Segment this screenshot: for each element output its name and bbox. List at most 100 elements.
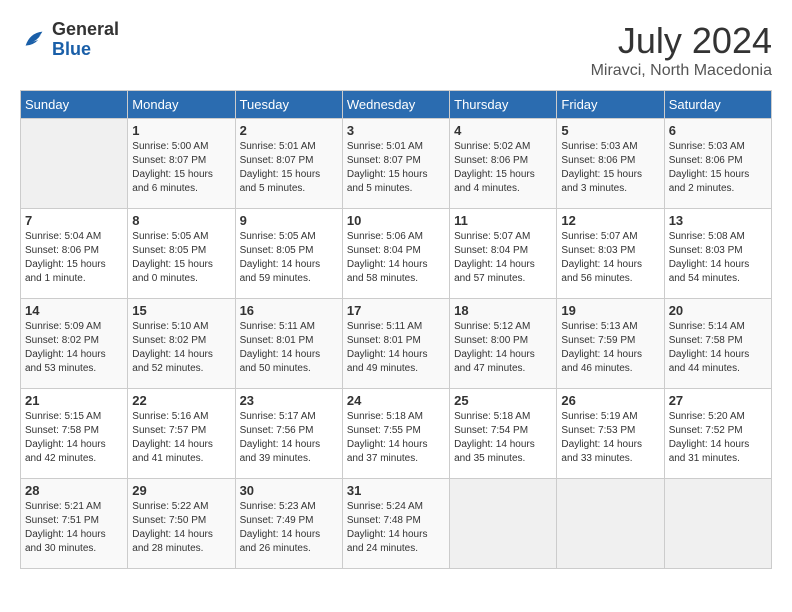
day-info: Sunrise: 5:19 AMSunset: 7:53 PMDaylight:… (561, 410, 659, 466)
day-number: 28 (25, 483, 123, 498)
day-cell (450, 479, 557, 569)
day-info: Sunrise: 5:11 AMSunset: 8:01 PMDaylight:… (347, 320, 445, 376)
day-number: 10 (347, 213, 445, 228)
day-info: Sunrise: 5:07 AMSunset: 8:03 PMDaylight:… (561, 230, 659, 286)
logo: General Blue (20, 20, 119, 60)
day-cell: 21Sunrise: 5:15 AMSunset: 7:58 PMDayligh… (21, 389, 128, 479)
day-info: Sunrise: 5:16 AMSunset: 7:57 PMDaylight:… (132, 410, 230, 466)
day-cell (21, 119, 128, 209)
day-number: 25 (454, 393, 552, 408)
day-info: Sunrise: 5:09 AMSunset: 8:02 PMDaylight:… (25, 320, 123, 376)
day-info: Sunrise: 5:22 AMSunset: 7:50 PMDaylight:… (132, 500, 230, 556)
weekday-header-monday: Monday (128, 91, 235, 119)
logo-general: General (52, 20, 119, 40)
logo-bird-icon (20, 26, 48, 54)
day-cell: 24Sunrise: 5:18 AMSunset: 7:55 PMDayligh… (342, 389, 449, 479)
day-info: Sunrise: 5:06 AMSunset: 8:04 PMDaylight:… (347, 230, 445, 286)
day-cell: 31 Sunrise: 5:24 AMSunset: 7:48 PMDayligh… (342, 479, 449, 569)
day-info: Sunrise: 5:07 AMSunset: 8:04 PMDaylight:… (454, 230, 552, 286)
weekday-header-row: SundayMondayTuesdayWednesdayThursdayFrid… (21, 91, 772, 119)
day-info: Sunrise: 5:00 AMSunset: 8:07 PMDaylight:… (132, 140, 230, 196)
weekday-header-wednesday: Wednesday (342, 91, 449, 119)
day-number: 15 (132, 303, 230, 318)
calendar-table: SundayMondayTuesdayWednesdayThursdayFrid… (20, 90, 772, 569)
day-number: 11 (454, 213, 552, 228)
day-cell: 4 Sunrise: 5:02 AMSunset: 8:06 PMDaylight… (450, 119, 557, 209)
weekday-header-tuesday: Tuesday (235, 91, 342, 119)
day-cell: 30 Sunrise: 5:23 AMSunset: 7:49 PMDayligh… (235, 479, 342, 569)
day-info: Sunrise: 5:10 AMSunset: 8:02 PMDaylight:… (132, 320, 230, 376)
day-number: 21 (25, 393, 123, 408)
day-info: Sunrise: 5:18 AMSunset: 7:54 PMDaylight:… (454, 410, 552, 466)
day-info: Sunrise: 5:02 AMSunset: 8:06 PMDaylight:… (454, 140, 552, 196)
day-number: 4 (454, 123, 552, 138)
day-info: Sunrise: 5:20 AMSunset: 7:52 PMDaylight:… (669, 410, 767, 466)
day-cell: 23Sunrise: 5:17 AMSunset: 7:56 PMDayligh… (235, 389, 342, 479)
day-cell: 13 Sunrise: 5:08 AMSunset: 8:03 PMDayligh… (664, 209, 771, 299)
day-cell: 1 Sunrise: 5:00 AMSunset: 8:07 PMDaylight… (128, 119, 235, 209)
weekday-header-sunday: Sunday (21, 91, 128, 119)
page-header: General Blue July 2024 Miravci, North Ma… (20, 20, 772, 80)
logo-blue: Blue (52, 40, 119, 60)
day-number: 30 (240, 483, 338, 498)
day-cell: 6 Sunrise: 5:03 AMSunset: 8:06 PMDaylight… (664, 119, 771, 209)
weekday-header-saturday: Saturday (664, 91, 771, 119)
day-number: 24 (347, 393, 445, 408)
day-cell: 26 Sunrise: 5:19 AMSunset: 7:53 PMDayligh… (557, 389, 664, 479)
day-info: Sunrise: 5:24 AMSunset: 7:48 PMDaylight:… (347, 500, 445, 556)
day-info: Sunrise: 5:11 AMSunset: 8:01 PMDaylight:… (240, 320, 338, 376)
day-number: 8 (132, 213, 230, 228)
day-info: Sunrise: 5:01 AMSunset: 8:07 PMDaylight:… (240, 140, 338, 196)
day-number: 31 (347, 483, 445, 498)
logo-text: General Blue (52, 20, 119, 60)
day-cell: 28 Sunrise: 5:21 AMSunset: 7:51 PMDayligh… (21, 479, 128, 569)
day-number: 23 (240, 393, 338, 408)
day-info: Sunrise: 5:01 AMSunset: 8:07 PMDaylight:… (347, 140, 445, 196)
day-number: 19 (561, 303, 659, 318)
day-cell: 29 Sunrise: 5:22 AMSunset: 7:50 PMDayligh… (128, 479, 235, 569)
day-cell: 8 Sunrise: 5:05 AMSunset: 8:05 PMDaylight… (128, 209, 235, 299)
weekday-header-thursday: Thursday (450, 91, 557, 119)
day-number: 13 (669, 213, 767, 228)
day-info: Sunrise: 5:12 AMSunset: 8:00 PMDaylight:… (454, 320, 552, 376)
day-number: 26 (561, 393, 659, 408)
day-info: Sunrise: 5:08 AMSunset: 8:03 PMDaylight:… (669, 230, 767, 286)
day-number: 2 (240, 123, 338, 138)
weekday-header-friday: Friday (557, 91, 664, 119)
day-cell (664, 479, 771, 569)
day-info: Sunrise: 5:21 AMSunset: 7:51 PMDaylight:… (25, 500, 123, 556)
day-info: Sunrise: 5:23 AMSunset: 7:49 PMDaylight:… (240, 500, 338, 556)
day-info: Sunrise: 5:05 AMSunset: 8:05 PMDaylight:… (240, 230, 338, 286)
day-info: Sunrise: 5:13 AMSunset: 7:59 PMDaylight:… (561, 320, 659, 376)
day-number: 6 (669, 123, 767, 138)
day-number: 16 (240, 303, 338, 318)
day-cell: 10 Sunrise: 5:06 AMSunset: 8:04 PMDayligh… (342, 209, 449, 299)
day-number: 29 (132, 483, 230, 498)
day-cell: 3Sunrise: 5:01 AMSunset: 8:07 PMDaylight… (342, 119, 449, 209)
day-info: Sunrise: 5:05 AMSunset: 8:05 PMDaylight:… (132, 230, 230, 286)
day-number: 1 (132, 123, 230, 138)
day-cell: 7Sunrise: 5:04 AMSunset: 8:06 PMDaylight… (21, 209, 128, 299)
day-cell: 20 Sunrise: 5:14 AMSunset: 7:58 PMDayligh… (664, 299, 771, 389)
day-cell: 16 Sunrise: 5:11 AMSunset: 8:01 PMDayligh… (235, 299, 342, 389)
week-row-5: 28 Sunrise: 5:21 AMSunset: 7:51 PMDayligh… (21, 479, 772, 569)
day-info: Sunrise: 5:14 AMSunset: 7:58 PMDaylight:… (669, 320, 767, 376)
day-cell: 15 Sunrise: 5:10 AMSunset: 8:02 PMDayligh… (128, 299, 235, 389)
day-info: Sunrise: 5:04 AMSunset: 8:06 PMDaylight:… (25, 230, 123, 286)
week-row-3: 14Sunrise: 5:09 AMSunset: 8:02 PMDayligh… (21, 299, 772, 389)
day-cell: 9 Sunrise: 5:05 AMSunset: 8:05 PMDaylight… (235, 209, 342, 299)
day-number: 12 (561, 213, 659, 228)
day-cell: 2 Sunrise: 5:01 AMSunset: 8:07 PMDaylight… (235, 119, 342, 209)
day-number: 20 (669, 303, 767, 318)
day-cell: 27Sunrise: 5:20 AMSunset: 7:52 PMDayligh… (664, 389, 771, 479)
day-number: 9 (240, 213, 338, 228)
day-number: 22 (132, 393, 230, 408)
day-number: 18 (454, 303, 552, 318)
day-cell: 14Sunrise: 5:09 AMSunset: 8:02 PMDayligh… (21, 299, 128, 389)
day-cell: 11 Sunrise: 5:07 AMSunset: 8:04 PMDayligh… (450, 209, 557, 299)
day-cell: 19 Sunrise: 5:13 AMSunset: 7:59 PMDayligh… (557, 299, 664, 389)
day-cell: 12 Sunrise: 5:07 AMSunset: 8:03 PMDayligh… (557, 209, 664, 299)
day-info: Sunrise: 5:03 AMSunset: 8:06 PMDaylight:… (669, 140, 767, 196)
title-block: July 2024 Miravci, North Macedonia (591, 20, 772, 80)
day-number: 17 (347, 303, 445, 318)
